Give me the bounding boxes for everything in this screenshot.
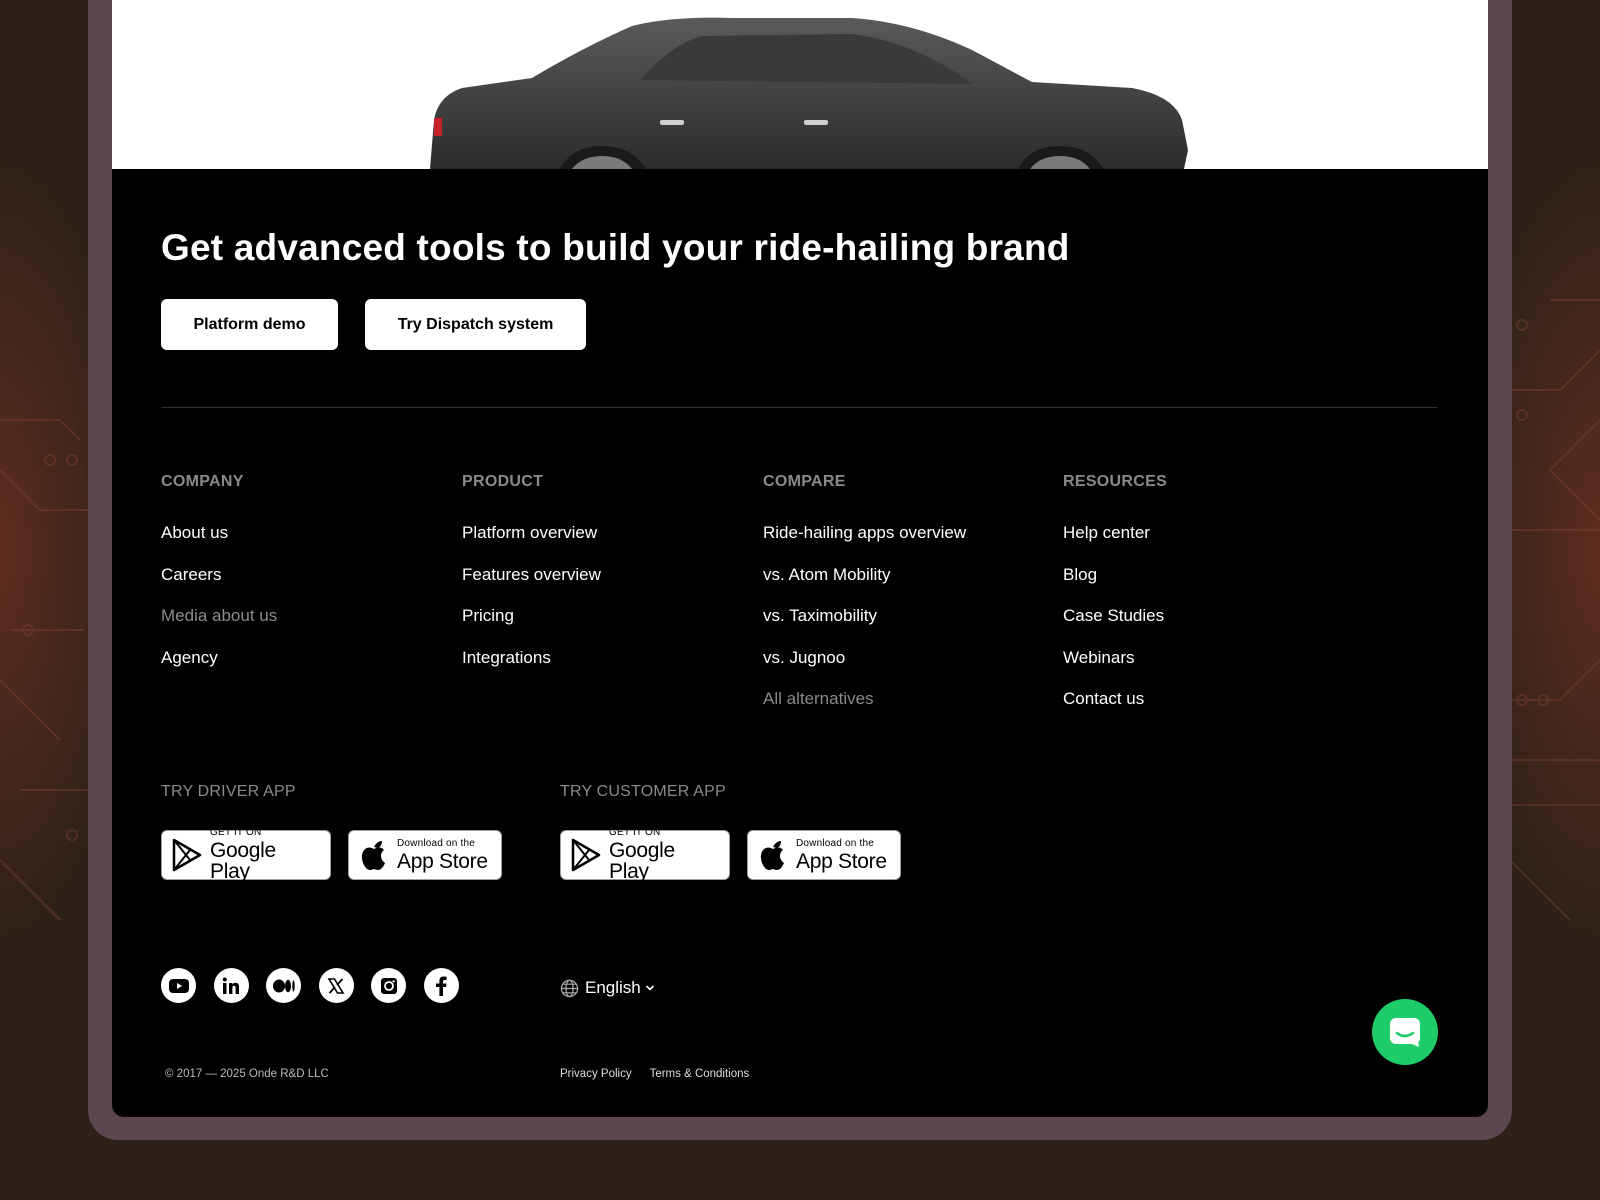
cta-title: Get advanced tools to build your ride-ha… (161, 227, 1070, 268)
badge-big-text: App Store (796, 849, 887, 873)
privacy-policy-link[interactable]: Privacy Policy (560, 1068, 632, 1080)
copyright-text: © 2017 — 2025 Onde R&D LLC (165, 1068, 329, 1080)
footer-link-careers[interactable]: Careers (161, 565, 277, 607)
footer-link-blog[interactable]: Blog (1063, 565, 1167, 607)
medium-icon[interactable] (266, 968, 301, 1003)
column-heading: COMPARE (763, 473, 846, 490)
customer-app-heading: TRY CUSTOMER APP (560, 783, 726, 800)
badge-small-text: Download on the (397, 837, 476, 849)
footer-column-resources: RESOURCES Help center Blog Case Studies … (1063, 473, 1167, 731)
footer-link-integrations[interactable]: Integrations (462, 648, 601, 690)
chat-icon (1390, 1018, 1420, 1047)
try-dispatch-button[interactable]: Try Dispatch system (365, 299, 586, 350)
footer-link-features-overview[interactable]: Features overview (462, 565, 601, 607)
footer-link-ride-hailing-overview[interactable]: Ride-hailing apps overview (763, 523, 966, 565)
customer-google-play-badge[interactable]: GET IT ON Google Play (560, 827, 730, 883)
badge-big-text: Google Play (609, 839, 675, 883)
language-label: English (585, 978, 641, 997)
language-selector[interactable]: English (560, 978, 661, 998)
column-heading: COMPANY (161, 473, 244, 490)
chat-launcher-button[interactable] (1372, 999, 1438, 1065)
footer-link-agency[interactable]: Agency (161, 648, 277, 690)
footer-link-pricing[interactable]: Pricing (462, 606, 601, 648)
youtube-icon[interactable] (161, 968, 196, 1003)
footer-link-vs-taximobility[interactable]: vs. Taximobility (763, 606, 966, 648)
x-icon[interactable] (318, 968, 354, 1003)
globe-icon (560, 979, 579, 997)
driver-app-store-badge[interactable]: Download on the App Store (348, 830, 502, 880)
site-footer: Get advanced tools to build your ride-ha… (112, 169, 1488, 1117)
badge-small-text: GET IT ON (609, 827, 661, 838)
badge-big-text: Google Play (210, 839, 276, 883)
terms-link[interactable]: Terms & Conditions (650, 1068, 750, 1080)
badge-small-text: GET IT ON (210, 827, 262, 838)
google-play-icon (571, 838, 601, 872)
footer-link-case-studies[interactable]: Case Studies (1063, 606, 1167, 648)
footer-link-all-alternatives[interactable]: All alternatives (763, 689, 966, 731)
footer-link-about-us[interactable]: About us (161, 523, 277, 565)
footer-link-platform-overview[interactable]: Platform overview (462, 523, 601, 565)
column-heading: PRODUCT (462, 473, 544, 490)
footer-link-contact-us[interactable]: Contact us (1063, 689, 1167, 731)
car-hero-image (112, 0, 1488, 169)
google-play-icon (172, 838, 202, 872)
footer-link-help-center[interactable]: Help center (1063, 523, 1167, 565)
badge-big-text: App Store (397, 849, 488, 873)
legal-links: Privacy Policy Terms & Conditions (560, 1068, 767, 1080)
apple-icon (760, 841, 784, 870)
customer-app-store-badge[interactable]: Download on the App Store (747, 830, 901, 880)
footer-link-vs-jugnoo[interactable]: vs. Jugnoo (763, 648, 966, 690)
linkedin-icon[interactable] (213, 968, 249, 1003)
footer-column-compare: COMPARE Ride-hailing apps overview vs. A… (763, 473, 966, 731)
apple-icon (361, 841, 385, 870)
column-heading: RESOURCES (1063, 473, 1168, 490)
footer-divider (161, 407, 1437, 408)
social-links (161, 968, 476, 1003)
footer-column-product: PRODUCT Platform overview Features overv… (462, 473, 601, 689)
driver-google-play-badge[interactable]: GET IT ON Google Play (161, 827, 331, 883)
footer-link-webinars[interactable]: Webinars (1063, 648, 1167, 690)
instagram-icon[interactable] (371, 968, 406, 1003)
footer-column-company: COMPANY About us Careers Media about us … (161, 473, 277, 689)
badge-small-text: Download on the (796, 837, 875, 849)
driver-app-heading: TRY DRIVER APP (161, 783, 296, 800)
footer-link-vs-atom-mobility[interactable]: vs. Atom Mobility (763, 565, 966, 607)
facebook-icon[interactable] (423, 968, 459, 1003)
footer-link-media-about-us[interactable]: Media about us (161, 606, 277, 648)
platform-demo-button[interactable]: Platform demo (161, 299, 338, 350)
chevron-down-icon (645, 985, 654, 991)
